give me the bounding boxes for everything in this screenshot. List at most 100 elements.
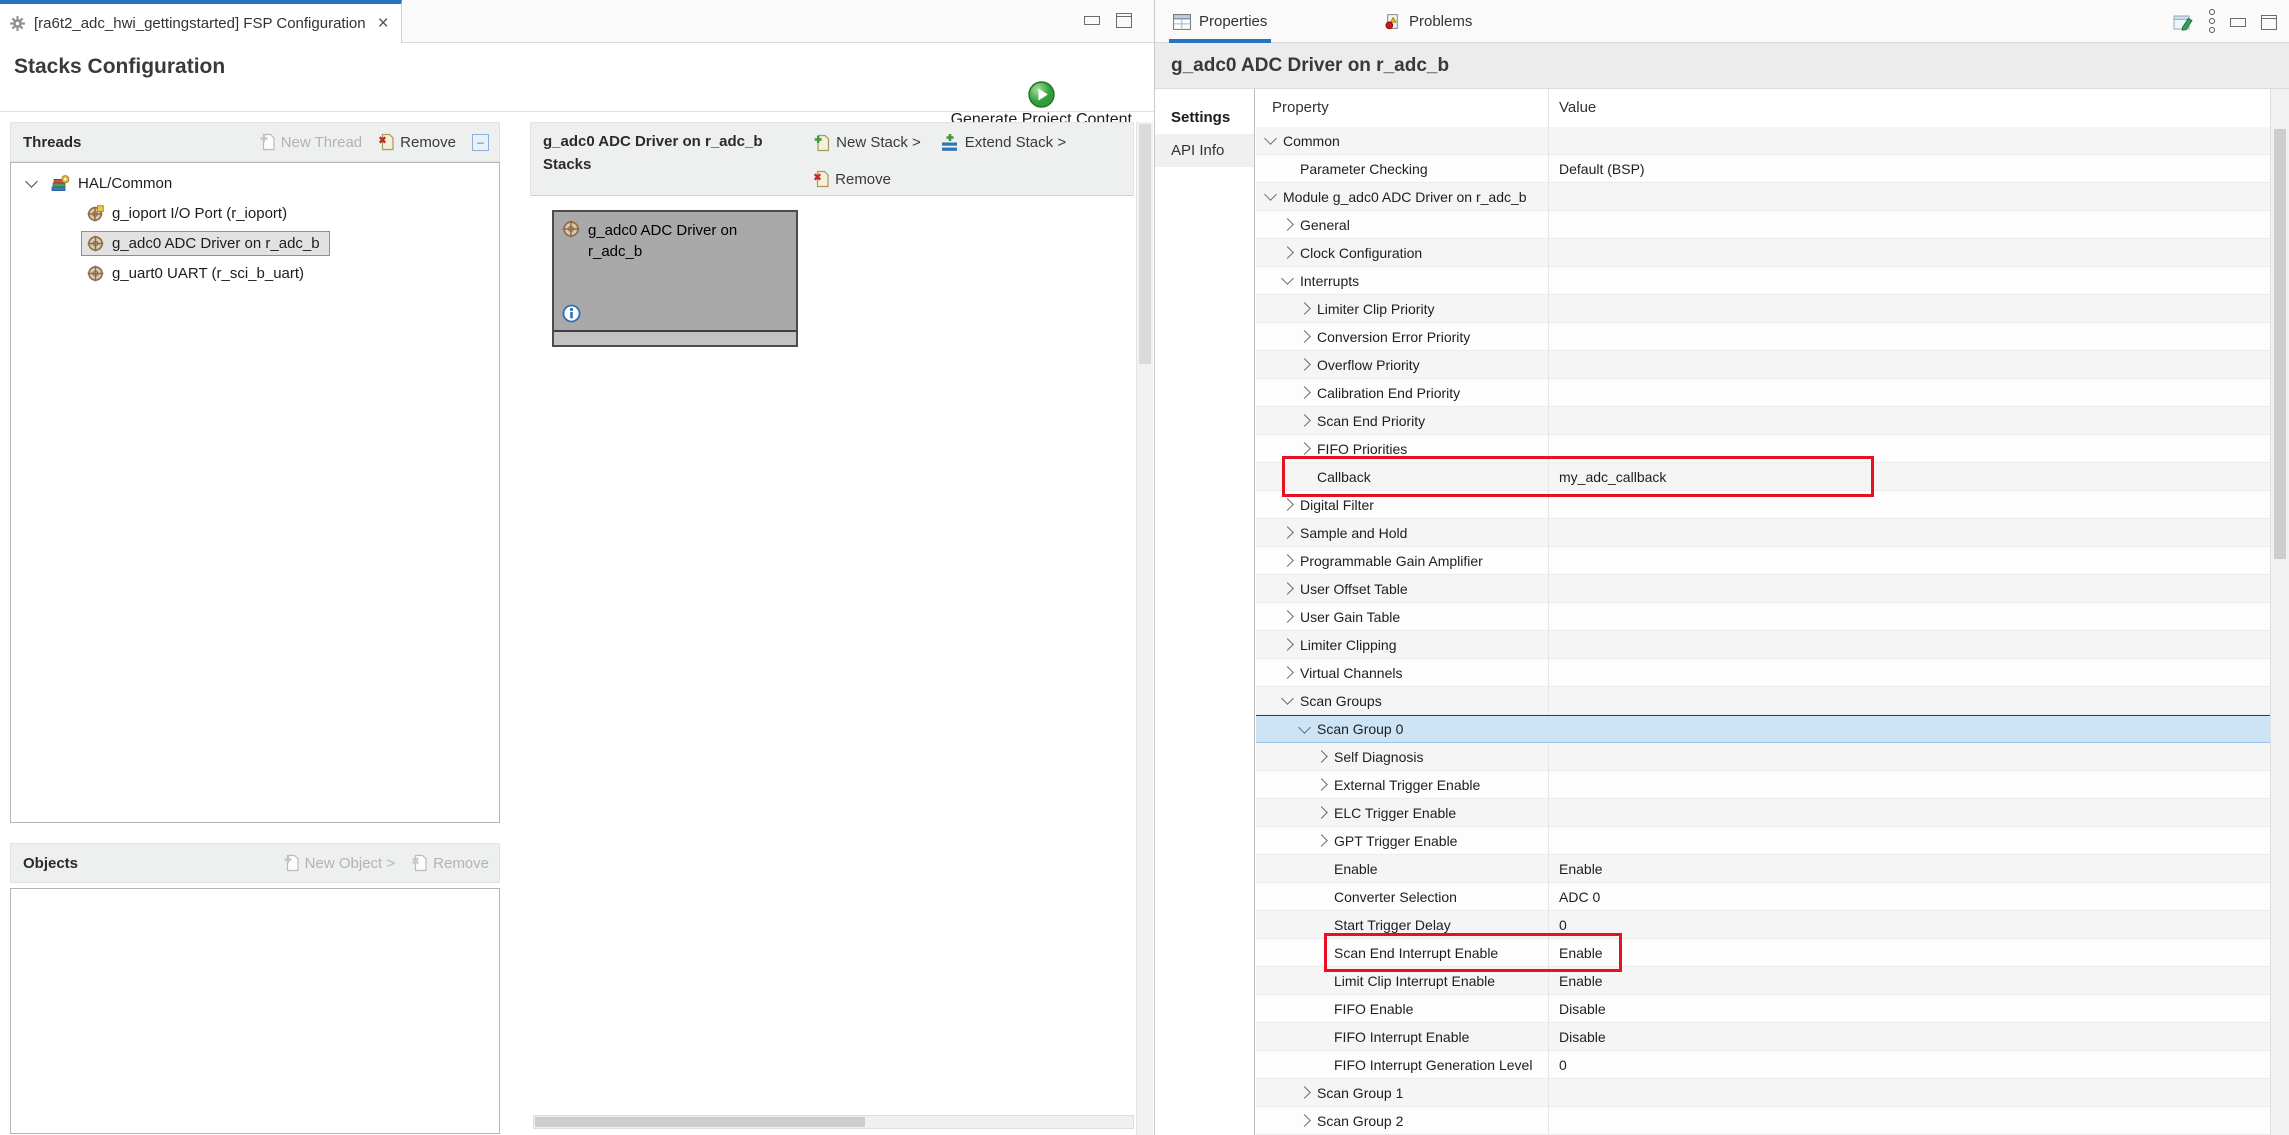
info-icon[interactable] — [562, 304, 581, 323]
property-row-user-offset-table[interactable]: User Offset Table — [1256, 575, 2289, 603]
chevron-right-icon[interactable] — [1281, 246, 1294, 259]
view-menu-icon[interactable] — [2209, 9, 2215, 33]
chevron-right-icon[interactable] — [1298, 386, 1311, 399]
minimize-icon[interactable] — [1084, 16, 1100, 25]
chevron-down-icon[interactable] — [1281, 692, 1294, 705]
scrollbar-thumb[interactable] — [2274, 129, 2286, 559]
thread-tree-item-g-ioport[interactable]: g_ioport I/O Port (r_ioport) — [11, 198, 499, 228]
property-row-scan-group-2[interactable]: Scan Group 2 — [1256, 1107, 2289, 1135]
remove-stack-button[interactable]: Remove — [813, 170, 891, 188]
chevron-right-icon[interactable] — [1315, 834, 1328, 847]
subnav-api-info[interactable]: API Info — [1155, 134, 1254, 167]
chevron-down-icon[interactable] — [1264, 132, 1277, 145]
chevron-right-icon[interactable] — [1281, 554, 1294, 567]
pin-editor-icon[interactable] — [2173, 13, 2194, 32]
chevron-right-icon[interactable] — [1298, 1114, 1311, 1127]
subnav-settings[interactable]: Settings — [1155, 101, 1254, 134]
properties-vertical-scrollbar[interactable] — [2270, 89, 2289, 1135]
property-name: User Offset Table — [1300, 581, 1408, 597]
property-row-start-trigger-delay[interactable]: Start Trigger Delay 0 — [1256, 911, 2289, 939]
stack-card-g-adc0[interactable]: g_adc0 ADC Driver on r_adc_b — [552, 210, 798, 347]
property-value: Default (BSP) — [1559, 161, 1645, 177]
tab-properties[interactable]: Properties — [1169, 0, 1271, 43]
property-row-user-gain-table[interactable]: User Gain Table — [1256, 603, 2289, 631]
chevron-right-icon[interactable] — [1281, 498, 1294, 511]
chevron-right-icon[interactable] — [1315, 806, 1328, 819]
new-document-icon — [283, 854, 299, 872]
stacks-configuration-header: Stacks Configuration Generate Project Co… — [0, 43, 1154, 112]
property-row-elc-trigger-enable[interactable]: ELC Trigger Enable — [1256, 799, 2289, 827]
property-row-fifo-priorities[interactable]: FIFO Priorities — [1256, 435, 2289, 463]
collapse-icon[interactable]: – — [472, 134, 489, 151]
thread-tree-item-g-adc0[interactable]: g_adc0 ADC Driver on r_adc_b — [11, 228, 499, 258]
property-row-interrupts[interactable]: Interrupts — [1256, 267, 2289, 295]
chevron-right-icon[interactable] — [1281, 638, 1294, 651]
chevron-right-icon[interactable] — [1298, 330, 1311, 343]
property-row-external-trigger-enable[interactable]: External Trigger Enable — [1256, 771, 2289, 799]
scrollbar-thumb[interactable] — [535, 1117, 865, 1127]
scrollbar-thumb[interactable] — [1139, 124, 1151, 364]
chevron-right-icon[interactable] — [1298, 442, 1311, 455]
chevron-down-icon[interactable] — [1298, 721, 1311, 734]
property-row-scan-end-priority[interactable]: Scan End Priority — [1256, 407, 2289, 435]
chevron-down-icon[interactable] — [1264, 188, 1277, 201]
editor-vertical-scrollbar[interactable] — [1136, 122, 1153, 1135]
tab-problems[interactable]: Problems — [1380, 0, 1476, 43]
extend-stack-button[interactable]: Extend Stack > — [941, 133, 1066, 152]
property-row-fifo-enable[interactable]: FIFO Enable Disable — [1256, 995, 2289, 1023]
close-icon[interactable]: × — [378, 14, 389, 33]
chevron-right-icon[interactable] — [1315, 778, 1328, 791]
property-row-scan-group-0[interactable]: Scan Group 0 — [1256, 715, 2289, 743]
chevron-right-icon[interactable] — [1281, 582, 1294, 595]
property-row-fifo-interrupt-generation-level[interactable]: FIFO Interrupt Generation Level 0 — [1256, 1051, 2289, 1079]
property-row-enable[interactable]: Enable Enable — [1256, 855, 2289, 883]
property-row-scan-group-1[interactable]: Scan Group 1 — [1256, 1079, 2289, 1107]
property-row-callback[interactable]: Callback my_adc_callback — [1256, 463, 2289, 491]
property-row-common[interactable]: Common — [1256, 127, 2289, 155]
property-row-conversion-error-priority[interactable]: Conversion Error Priority — [1256, 323, 2289, 351]
property-row-general[interactable]: General — [1256, 211, 2289, 239]
chevron-right-icon[interactable] — [1298, 302, 1311, 315]
hal-common-icon — [51, 175, 70, 192]
property-row-programmable-gain-amplifier[interactable]: Programmable Gain Amplifier — [1256, 547, 2289, 575]
chevron-right-icon[interactable] — [1281, 666, 1294, 679]
chevron-right-icon[interactable] — [1298, 414, 1311, 427]
chevron-right-icon[interactable] — [1281, 526, 1294, 539]
chevron-down-icon[interactable] — [25, 175, 38, 188]
property-row-limiter-clip-priority[interactable]: Limiter Clip Priority — [1256, 295, 2289, 323]
horizontal-scrollbar[interactable] — [533, 1115, 1134, 1129]
new-stack-button[interactable]: New Stack > — [813, 133, 921, 152]
tab-label: Problems — [1409, 13, 1472, 30]
chevron-right-icon[interactable] — [1281, 610, 1294, 623]
property-row-digital-filter[interactable]: Digital Filter — [1256, 491, 2289, 519]
property-row-gpt-trigger-enable[interactable]: GPT Trigger Enable — [1256, 827, 2289, 855]
chevron-right-icon[interactable] — [1298, 1086, 1311, 1099]
stacks-title: g_adc0 ADC Driver on r_adc_b Stacks — [543, 131, 813, 176]
property-row-scan-groups[interactable]: Scan Groups — [1256, 687, 2289, 715]
chevron-right-icon[interactable] — [1315, 750, 1328, 763]
remove-thread-button[interactable]: Remove — [378, 133, 456, 151]
property-row-clock-configuration[interactable]: Clock Configuration — [1256, 239, 2289, 267]
chevron-right-icon[interactable] — [1281, 218, 1294, 231]
property-row-virtual-channels[interactable]: Virtual Channels — [1256, 659, 2289, 687]
property-row-limit-clip-interrupt-enable[interactable]: Limit Clip Interrupt Enable Enable — [1256, 967, 2289, 995]
maximize-icon[interactable] — [1116, 13, 1132, 28]
tab-fsp-configuration[interactable]: [ra6t2_adc_hwi_gettingstarted] FSP Confi… — [0, 0, 402, 43]
thread-tree-item-g-uart0[interactable]: g_uart0 UART (r_sci_b_uart) — [11, 258, 499, 288]
chevron-right-icon[interactable] — [1298, 358, 1311, 371]
thread-tree-item-hal-common[interactable]: HAL/Common — [11, 168, 499, 198]
property-row-calibration-end-priority[interactable]: Calibration End Priority — [1256, 379, 2289, 407]
maximize-icon[interactable] — [2261, 15, 2277, 30]
property-row-limiter-clipping[interactable]: Limiter Clipping — [1256, 631, 2289, 659]
property-row-sample-and-hold[interactable]: Sample and Hold — [1256, 519, 2289, 547]
property-row-fifo-interrupt-enable[interactable]: FIFO Interrupt Enable Disable — [1256, 1023, 2289, 1051]
property-row-scan-end-interrupt-enable[interactable]: Scan End Interrupt Enable Enable — [1256, 939, 2289, 967]
minimize-icon[interactable] — [2230, 18, 2246, 27]
property-name: Scan Group 0 — [1317, 721, 1403, 737]
chevron-down-icon[interactable] — [1281, 272, 1294, 285]
property-row-converter-selection[interactable]: Converter Selection ADC 0 — [1256, 883, 2289, 911]
property-row-self-diagnosis[interactable]: Self Diagnosis — [1256, 743, 2289, 771]
property-row-parameter-checking[interactable]: Parameter Checking Default (BSP) — [1256, 155, 2289, 183]
property-row-module-g-adc0-adc-driver-on-r-adc-b[interactable]: Module g_adc0 ADC Driver on r_adc_b — [1256, 183, 2289, 211]
property-row-overflow-priority[interactable]: Overflow Priority — [1256, 351, 2289, 379]
